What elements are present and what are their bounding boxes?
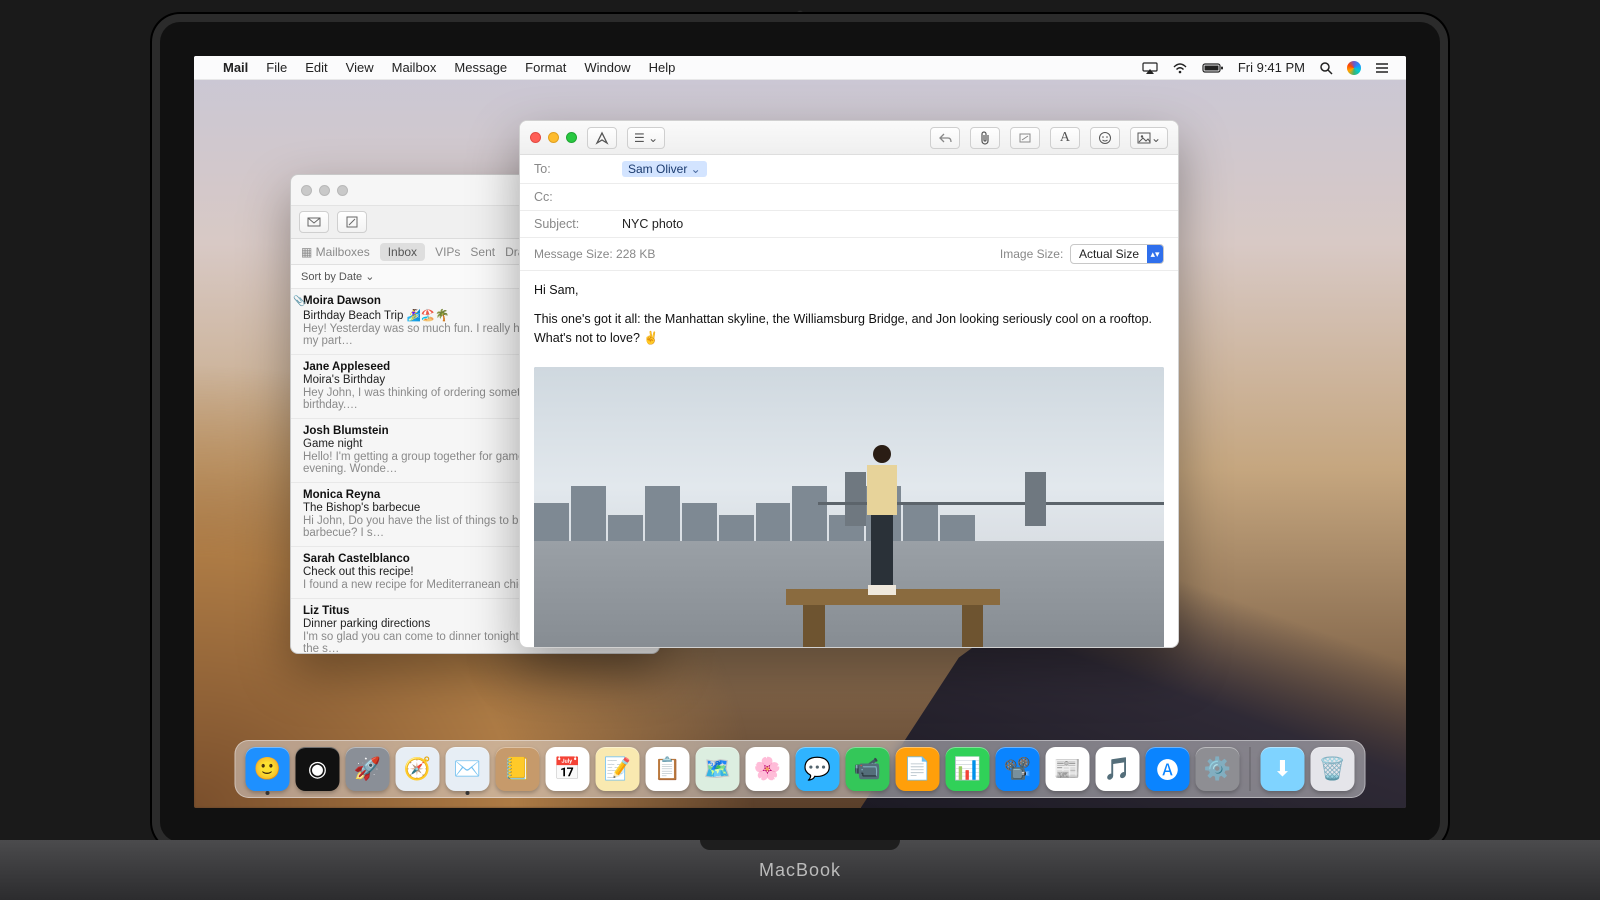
dock-app-photos[interactable]: 🌸 xyxy=(746,747,790,791)
menubar: Mail File Edit View Mailbox Message Format Win… xyxy=(194,56,1406,80)
to-recipient-chip[interactable]: Sam Oliver xyxy=(622,161,707,177)
get-mail-button[interactable] xyxy=(299,211,329,233)
to-label: To: xyxy=(534,162,614,176)
cc-label: Cc: xyxy=(534,190,614,204)
scope-mailboxes[interactable]: ▦ Mailboxes xyxy=(301,245,370,259)
dock-trash[interactable]: 🗑️ xyxy=(1311,747,1355,791)
dock-app-itunes[interactable]: 🎵 xyxy=(1096,747,1140,791)
reply-button[interactable] xyxy=(930,127,960,149)
compose-titlebar[interactable]: ☰ ⌄ A ⌄ xyxy=(520,121,1178,155)
dock-app-reminders[interactable]: 📋 xyxy=(646,747,690,791)
menu-window[interactable]: Window xyxy=(584,60,630,75)
notification-center-icon[interactable] xyxy=(1375,62,1389,74)
laptop-frame: Mail File Edit View Mailbox Message Format Win… xyxy=(0,0,1600,900)
compose-button[interactable] xyxy=(337,211,367,233)
dock-app-facetime[interactable]: 📹 xyxy=(846,747,890,791)
menu-message[interactable]: Message xyxy=(454,60,507,75)
attach-button[interactable] xyxy=(970,127,1000,149)
body-text: This one's got it all: the Manhattan sky… xyxy=(534,310,1164,348)
sort-by-button[interactable]: Sort by Date xyxy=(301,270,374,283)
dock-app-keynote[interactable]: 📽️ xyxy=(996,747,1040,791)
message-from: Liz Titus xyxy=(303,605,349,617)
format-button[interactable]: A xyxy=(1050,127,1080,149)
battery-icon[interactable] xyxy=(1202,62,1224,74)
dock-divider xyxy=(1250,747,1251,791)
attached-photo[interactable] xyxy=(534,367,1164,648)
laptop-base: MacBook xyxy=(0,840,1600,900)
airplay-icon[interactable] xyxy=(1142,62,1158,74)
screen-bezel: Mail File Edit View Mailbox Message Format Win… xyxy=(160,22,1440,842)
menu-app[interactable]: Mail xyxy=(223,60,248,75)
scope-sent[interactable]: Sent xyxy=(470,245,495,259)
camera-dot xyxy=(796,10,804,18)
message-from: Jane Appleseed xyxy=(303,361,390,373)
message-from: Sarah Castelblanco xyxy=(303,553,410,565)
menu-edit[interactable]: Edit xyxy=(305,60,327,75)
dock-app-notes[interactable]: 📝 xyxy=(596,747,640,791)
menu-help[interactable]: Help xyxy=(649,60,676,75)
wifi-icon[interactable] xyxy=(1172,62,1188,74)
dock: 🙂◉🚀🧭✉️📒📅📝📋🗺️🌸💬📹📄📊📽️📰🎵🅐⚙️ ⬇︎🗑️ xyxy=(235,740,1366,798)
subject-row[interactable]: Subject: NYC photo xyxy=(520,211,1178,238)
menu-mailbox[interactable]: Mailbox xyxy=(392,60,437,75)
markup-button[interactable] xyxy=(1010,127,1040,149)
menubar-clock[interactable]: Fri 9:41 PM xyxy=(1238,60,1305,75)
dock-app-messages[interactable]: 💬 xyxy=(796,747,840,791)
spotlight-icon[interactable] xyxy=(1319,61,1333,75)
dock-app-launchpad[interactable]: 🚀 xyxy=(346,747,390,791)
menu-format[interactable]: Format xyxy=(525,60,566,75)
running-indicator xyxy=(266,791,270,795)
dock-app-calendar[interactable]: 📅 xyxy=(546,747,590,791)
menu-file[interactable]: File xyxy=(266,60,287,75)
dock-app-finder[interactable]: 🙂 xyxy=(246,747,290,791)
traffic-lights[interactable] xyxy=(301,185,348,196)
dock-app-maps[interactable]: 🗺️ xyxy=(696,747,740,791)
compose-body[interactable]: Hi Sam, This one's got it all: the Manha… xyxy=(520,271,1178,357)
size-row: Message Size: 228 KB Image Size: Actual … xyxy=(520,238,1178,271)
dock-app-siri[interactable]: ◉ xyxy=(296,747,340,791)
emoji-button[interactable] xyxy=(1090,127,1120,149)
dock-app-pages[interactable]: 📄 xyxy=(896,747,940,791)
scope-vips[interactable]: VIPs xyxy=(435,245,460,259)
compose-window: ☰ ⌄ A ⌄ To: Sam Oliver Cc: xyxy=(519,120,1179,648)
message-from: Monica Reyna xyxy=(303,489,380,501)
dock-downloads[interactable]: ⬇︎ xyxy=(1261,747,1305,791)
dock-app-news[interactable]: 📰 xyxy=(1046,747,1090,791)
subject-label: Subject: xyxy=(534,217,614,231)
image-size-select[interactable]: Actual Size ▴▾ xyxy=(1070,244,1164,264)
photo-browser-button[interactable]: ⌄ xyxy=(1130,127,1168,149)
desktop: Mail File Edit View Mailbox Message Format Win… xyxy=(194,56,1406,808)
compose-headers: To: Sam Oliver Cc: Subject: NYC photo Me… xyxy=(520,155,1178,271)
subject-field[interactable]: NYC photo xyxy=(622,217,1164,231)
dock-app-numbers[interactable]: 📊 xyxy=(946,747,990,791)
dock-app-contacts[interactable]: 📒 xyxy=(496,747,540,791)
menu-view[interactable]: View xyxy=(346,60,374,75)
body-greeting: Hi Sam, xyxy=(534,281,1164,300)
dock-app-preferences[interactable]: ⚙️ xyxy=(1196,747,1240,791)
scope-inbox[interactable]: Inbox xyxy=(380,243,425,261)
laptop-label: MacBook xyxy=(759,860,841,881)
send-button[interactable] xyxy=(587,127,617,149)
message-from: Josh Blumstein xyxy=(303,425,389,437)
siri-icon[interactable] xyxy=(1347,61,1361,75)
dock-app-safari[interactable]: 🧭 xyxy=(396,747,440,791)
message-from: Moira Dawson xyxy=(303,295,381,307)
running-indicator xyxy=(466,791,470,795)
dock-app-appstore[interactable]: 🅐 xyxy=(1146,747,1190,791)
image-size-label: Image Size: xyxy=(1000,247,1063,261)
traffic-lights[interactable] xyxy=(530,132,577,143)
to-row[interactable]: To: Sam Oliver xyxy=(520,155,1178,184)
header-fields-button[interactable]: ☰ ⌄ xyxy=(627,127,665,149)
dock-app-mail[interactable]: ✉️ xyxy=(446,747,490,791)
image-size-control: Image Size: Actual Size ▴▾ xyxy=(1000,244,1164,264)
message-size: Message Size: 228 KB xyxy=(534,247,655,261)
cc-row[interactable]: Cc: xyxy=(520,184,1178,211)
attachment-icon: 📎 xyxy=(293,296,305,307)
